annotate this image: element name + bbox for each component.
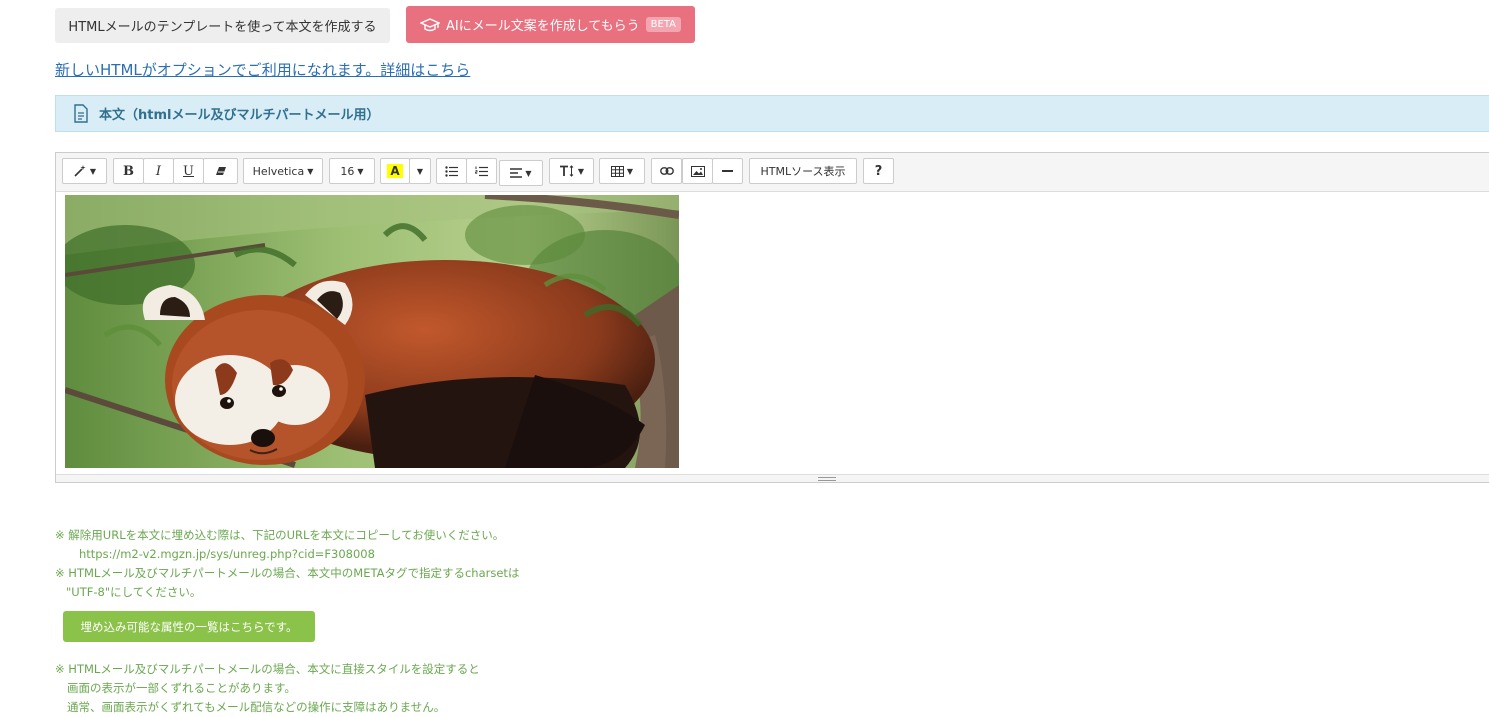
unsubscribe-note: ※ 解除用URLを本文に埋め込む際は、下記のURLを本文にコピーしてお使いくださ… <box>55 528 505 542</box>
image-icon <box>690 165 705 177</box>
align-dropdown[interactable]: ▼ <box>499 160 543 186</box>
template-create-label: HTMLメールのテンプレートを使って本文を作成する <box>68 20 377 35</box>
bold-button[interactable]: B <box>113 158 144 184</box>
color-dropdown[interactable]: ▼ <box>409 158 431 184</box>
text-height-icon <box>559 165 574 177</box>
red-panda-photo <box>65 195 679 468</box>
align-left-icon <box>510 168 523 178</box>
underline-button[interactable]: U <box>173 158 204 184</box>
new-html-option-link[interactable]: 新しいHTMLがオプションでご利用になれます。詳細はこちら <box>55 59 470 80</box>
bold-label: B <box>123 163 134 179</box>
graduation-cap-icon <box>419 17 440 31</box>
insert-link-button[interactable] <box>651 158 682 184</box>
font-family-value: Helvetica <box>252 164 305 178</box>
bullet-list-icon <box>445 165 458 177</box>
html-source-label: HTMLソース表示 <box>760 165 846 178</box>
numbered-list-icon <box>475 166 488 176</box>
help-button[interactable]: ? <box>863 158 894 184</box>
bullet-list-button[interactable] <box>436 158 467 184</box>
body-section-header: 本文（htmlメール及びマルチパートメール用） <box>55 95 1489 132</box>
horizontal-rule-button[interactable] <box>712 158 743 184</box>
document-icon <box>74 104 88 123</box>
font-size-value: 16 <box>340 164 355 178</box>
font-size-dropdown[interactable]: 16 ▼ <box>329 158 375 184</box>
chevron-down-icon: ▼ <box>577 166 585 176</box>
template-create-button[interactable]: HTMLメールのテンプレートを使って本文を作成する <box>55 8 390 43</box>
chevron-down-icon: ▼ <box>89 166 97 176</box>
editor-toolbar: ▼ B I U Helvetica ▼ 16 ▼ A ▼ ▼ ▼ ▼ HTMLソ… <box>56 153 1489 192</box>
style-note-cont2: 通常、画面表示がくずれてもメール配信などの操作に支障はありません。 <box>67 700 446 714</box>
editor-content[interactable] <box>65 195 679 468</box>
link-icon <box>659 167 674 175</box>
clear-format-button[interactable] <box>203 158 238 184</box>
italic-label: I <box>155 163 162 179</box>
line-height-dropdown[interactable]: ▼ <box>549 158 594 184</box>
highlight-color-button[interactable]: A <box>380 158 410 184</box>
style-dropdown[interactable]: ▼ <box>62 158 107 184</box>
chevron-down-icon: ▼ <box>307 166 314 176</box>
embeddable-attributes-label: 埋め込み可能な属性の一覧はこちらです。 <box>80 619 298 634</box>
rich-text-editor[interactable]: ▼ B I U Helvetica ▼ 16 ▼ A ▼ ▼ ▼ ▼ HTMLソ… <box>55 152 1489 483</box>
eraser-icon <box>215 167 226 175</box>
insert-image-button[interactable] <box>682 158 713 184</box>
ai-draft-label: AIにメール文案を作成してもらう <box>445 19 640 34</box>
highlight-label: A <box>387 164 403 178</box>
minus-icon <box>722 170 733 172</box>
charset-note-cont: "UTF-8"にしてください。 <box>66 585 202 599</box>
charset-note: ※ HTMLメール及びマルチパートメールの場合、本文中のMETAタグで指定するc… <box>55 566 520 580</box>
table-dropdown[interactable]: ▼ <box>599 158 645 184</box>
magic-wand-icon <box>74 165 86 177</box>
italic-button[interactable]: I <box>143 158 174 184</box>
embeddable-attributes-button[interactable]: 埋め込み可能な属性の一覧はこちらです。 <box>63 611 315 642</box>
chevron-down-icon: ▼ <box>416 166 424 176</box>
table-icon <box>610 165 624 177</box>
help-label: ? <box>874 163 883 179</box>
editor-resize-handle[interactable] <box>56 474 1489 482</box>
numbered-list-button[interactable] <box>466 158 497 184</box>
style-note-cont1: 画面の表示が一部くずれることがあります。 <box>67 681 296 695</box>
html-source-button[interactable]: HTMLソース表示 <box>749 158 857 184</box>
chevron-down-icon: ▼ <box>525 168 532 178</box>
unsubscribe-url: https://m2-v2.mgzn.jp/sys/unreg.php?cid=… <box>79 547 375 561</box>
font-family-dropdown[interactable]: Helvetica ▼ <box>243 158 323 184</box>
chevron-down-icon: ▼ <box>626 166 634 176</box>
beta-badge: BETA <box>645 17 682 32</box>
body-section-title: 本文（htmlメール及びマルチパートメール用） <box>99 108 380 123</box>
style-note: ※ HTMLメール及びマルチパートメールの場合、本文に直接スタイルを設定すると <box>55 662 480 676</box>
ai-draft-button[interactable]: AIにメール文案を作成してもらう BETA <box>406 6 695 43</box>
chevron-down-icon: ▼ <box>357 166 364 176</box>
underline-label: U <box>183 163 194 179</box>
